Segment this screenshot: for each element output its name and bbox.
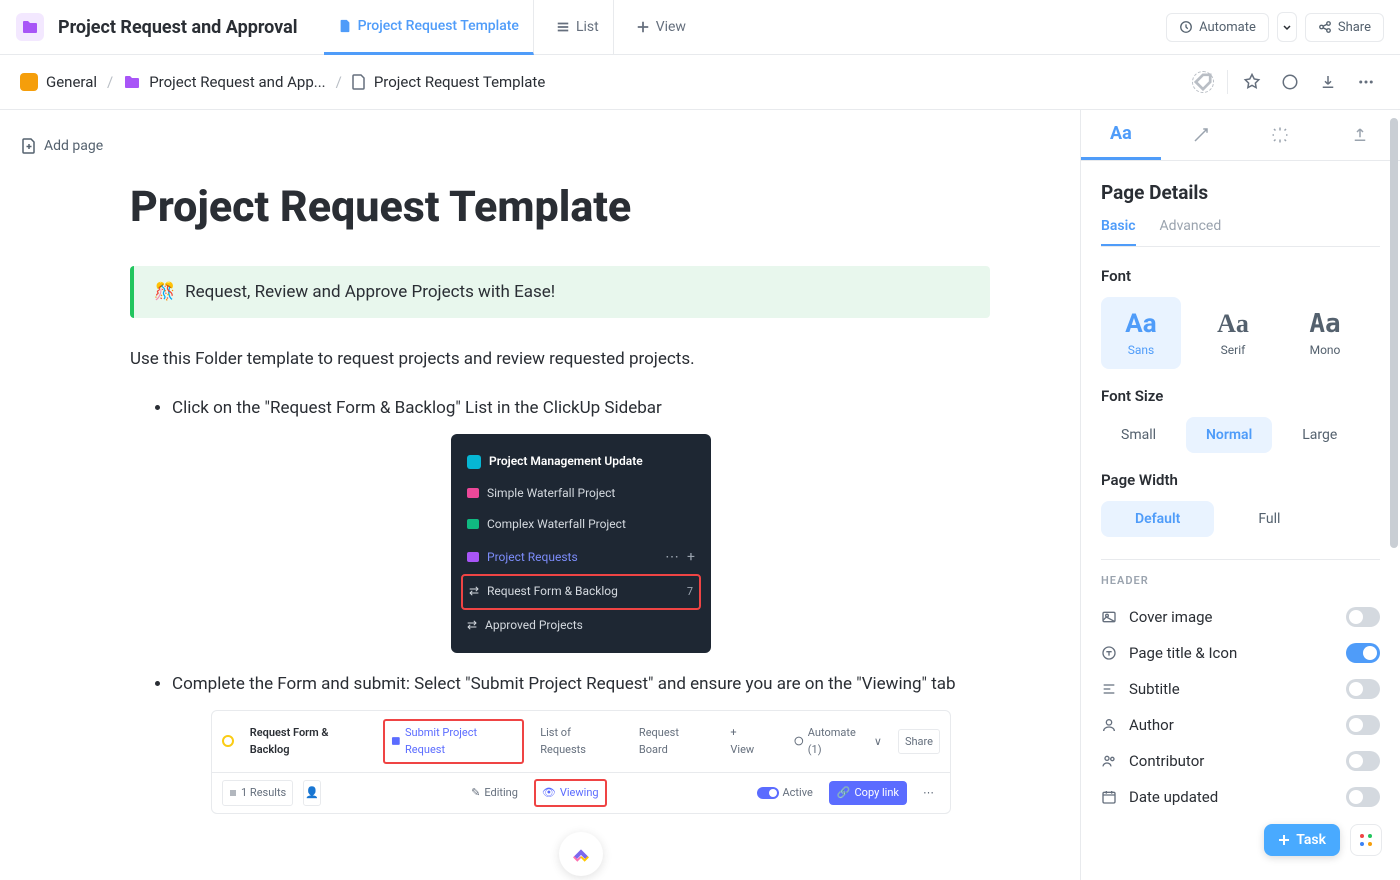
doc-icon: [352, 74, 366, 90]
size-normal[interactable]: Normal: [1186, 417, 1272, 453]
title-icon: [1101, 645, 1117, 661]
step-2[interactable]: Complete the Form and submit: Select "Su…: [172, 671, 990, 876]
toggle-contributor: Contributor: [1101, 743, 1380, 779]
workspace-title: Project Request and Approval: [58, 17, 298, 38]
download-button[interactable]: [1314, 68, 1342, 96]
cover-image-toggle[interactable]: [1346, 607, 1380, 627]
font-sans[interactable]: AaSans: [1101, 297, 1181, 369]
toggle-subtitle: Subtitle: [1101, 671, 1380, 707]
share-button[interactable]: Share: [1305, 13, 1384, 42]
toggle-author: Author: [1101, 707, 1380, 743]
clickup-logo-icon: [559, 832, 603, 876]
breadcrumb-current[interactable]: Project Request Template: [352, 73, 545, 91]
author-icon: [1101, 717, 1117, 733]
page-title-toggle[interactable]: [1346, 643, 1380, 663]
contributor-icon: [1101, 753, 1117, 769]
breadcrumb-bar: General / Project Request and App... / P…: [0, 55, 1400, 110]
author-toggle[interactable]: [1346, 715, 1380, 735]
width-default[interactable]: Default: [1101, 501, 1214, 537]
subtitle-toggle[interactable]: [1346, 679, 1380, 699]
top-bar: Project Request and Approval Project Req…: [0, 0, 1400, 55]
intro-paragraph[interactable]: Use this Folder template to request proj…: [130, 346, 990, 373]
panel-tab-stars[interactable]: [1241, 110, 1321, 160]
breadcrumb-general[interactable]: General: [20, 73, 97, 91]
tab-label: View: [656, 19, 686, 35]
callout-block[interactable]: 🎊 Request, Review and Approve Projects w…: [130, 266, 990, 318]
tab-list[interactable]: List: [542, 0, 614, 55]
tag-icon-button[interactable]: [1189, 68, 1217, 96]
font-label: Font: [1101, 267, 1380, 285]
panel-tab-export[interactable]: [1320, 110, 1400, 160]
size-small[interactable]: Small: [1101, 417, 1176, 453]
breadcrumb-folder[interactable]: Project Request and App...: [123, 73, 325, 91]
subtab-basic[interactable]: Basic: [1101, 218, 1136, 246]
page-width-label: Page Width: [1101, 471, 1380, 489]
favorite-button[interactable]: [1238, 68, 1266, 96]
list-icon: ⇄: [469, 582, 479, 601]
toggle-cover-image: Cover image: [1101, 599, 1380, 635]
breadcrumb-separator: /: [107, 73, 113, 91]
width-full[interactable]: Full: [1224, 501, 1314, 537]
font-size-label: Font Size: [1101, 387, 1380, 405]
panel-tab-wand[interactable]: [1161, 110, 1241, 160]
folder-icon: [467, 519, 479, 529]
scrollbar[interactable]: [1390, 118, 1398, 548]
automate-dropdown[interactable]: [1277, 12, 1297, 42]
workspace-folder-icon[interactable]: [16, 13, 44, 41]
automate-button[interactable]: Automate: [1166, 13, 1269, 42]
font-serif[interactable]: AaSerif: [1193, 297, 1273, 369]
list-icon: ⇄: [467, 616, 477, 635]
space-icon: [20, 73, 38, 91]
subtab-advanced[interactable]: Advanced: [1160, 218, 1222, 246]
folder-icon: [467, 488, 479, 498]
new-task-button[interactable]: Task: [1264, 824, 1340, 856]
date-updated-toggle[interactable]: [1346, 787, 1380, 807]
panel-tab-text[interactable]: Aa: [1081, 110, 1161, 160]
workspace-icon: [467, 455, 481, 469]
embedded-screenshot-sidebar: Project Management Update Simple Waterfa…: [451, 434, 711, 652]
embedded-screenshot-form: Request Form & Backlog Submit Project Re…: [211, 710, 951, 814]
tab-project-request-template[interactable]: Project Request Template: [324, 0, 534, 55]
image-icon: [1101, 609, 1117, 625]
panel-title: Page Details: [1101, 181, 1380, 204]
page-title[interactable]: Project Request Template: [130, 182, 990, 232]
panel-tabs: Aa: [1081, 110, 1400, 161]
tab-label: Project Request Template: [358, 18, 519, 34]
folder-icon: [467, 552, 479, 562]
toggle-date-updated: Date updated: [1101, 779, 1380, 815]
add-page-button[interactable]: Add page: [22, 138, 1080, 154]
status-icon: [222, 735, 234, 747]
tab-label: List: [576, 19, 599, 35]
active-toggle: [757, 787, 779, 799]
comments-button[interactable]: [1276, 68, 1304, 96]
tab-add-view[interactable]: View: [622, 0, 700, 55]
apps-button[interactable]: [1350, 824, 1382, 856]
more-button[interactable]: [1352, 68, 1380, 96]
add-page-icon: [22, 138, 36, 154]
breadcrumb-separator: /: [336, 73, 342, 91]
contributor-toggle[interactable]: [1346, 751, 1380, 771]
step-1[interactable]: Click on the "Request Form & Backlog" Li…: [172, 395, 990, 653]
font-mono[interactable]: AaMono: [1285, 297, 1365, 369]
header-section-label: HEADER: [1101, 574, 1380, 587]
folder-icon: [123, 73, 141, 91]
size-large[interactable]: Large: [1282, 417, 1357, 453]
main-area: Add page Project Request Template 🎊 Requ…: [0, 110, 1400, 880]
subtitle-icon: [1101, 681, 1117, 697]
callout-text: Request, Review and Approve Projects wit…: [185, 282, 555, 302]
date-icon: [1101, 789, 1117, 805]
celebrate-icon: 🎊: [154, 282, 175, 302]
document-content: Add page Project Request Template 🎊 Requ…: [0, 110, 1080, 880]
page-details-panel: Aa Page Details Basic Advanced Font AaSa…: [1080, 110, 1400, 880]
toggle-page-title: Page title & Icon: [1101, 635, 1380, 671]
